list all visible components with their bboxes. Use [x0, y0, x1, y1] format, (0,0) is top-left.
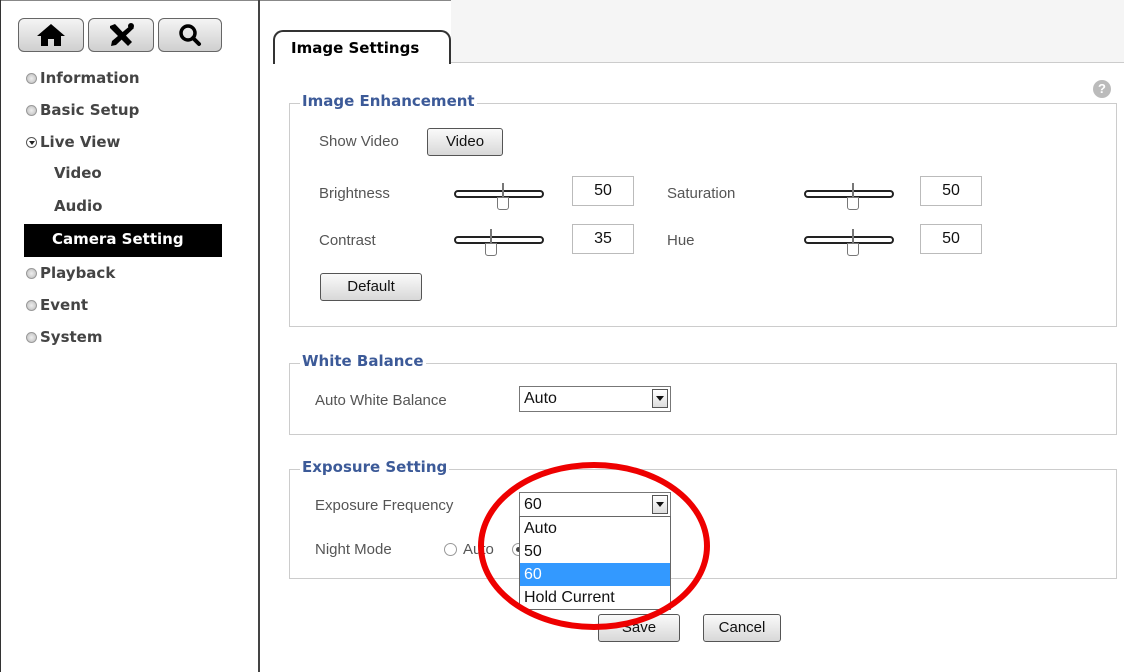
- saturation-slider[interactable]: [804, 181, 894, 211]
- night-mode-auto-radio[interactable]: [444, 543, 457, 556]
- default-button[interactable]: Default: [320, 273, 422, 301]
- sidebar-subitem-video[interactable]: Video: [26, 158, 222, 191]
- exposure-setting-group: Exposure Setting Exposure Frequency 60 N…: [289, 458, 1117, 579]
- hue-slider[interactable]: [804, 227, 894, 257]
- sidebar-item-system[interactable]: System: [26, 321, 222, 353]
- search-button[interactable]: [158, 18, 222, 52]
- brightness-slider[interactable]: [454, 181, 544, 211]
- hue-label: Hue: [667, 232, 695, 249]
- save-button[interactable]: Save: [598, 614, 680, 642]
- sidebar-menu: Information Basic Setup Live View Video …: [24, 62, 222, 353]
- expanded-bullet-icon: [26, 136, 37, 148]
- sidebar-subitem-camera-setting[interactable]: Camera Setting: [24, 224, 222, 257]
- tab-strip: [451, 0, 1124, 63]
- exposure-setting-legend: Exposure Setting: [300, 458, 450, 476]
- sidebar-item-event[interactable]: Event: [26, 289, 222, 321]
- saturation-label: Saturation: [667, 185, 736, 202]
- toolbar: [18, 18, 222, 52]
- white-balance-group: White Balance Auto White Balance Auto: [289, 352, 1117, 435]
- sidebar-item-label: Information: [40, 69, 140, 87]
- brightness-label: Brightness: [319, 185, 390, 202]
- slider-thumb[interactable]: [847, 229, 859, 257]
- sidebar-item-label: System: [40, 328, 103, 346]
- exposure-frequency-select[interactable]: 60: [519, 492, 671, 518]
- bullet-icon: [26, 104, 37, 116]
- option-hold-current[interactable]: Hold Current: [520, 586, 670, 609]
- option-auto[interactable]: Auto: [520, 517, 670, 540]
- sidebar-subitem-audio[interactable]: Audio: [26, 191, 222, 224]
- slider-thumb[interactable]: [485, 229, 497, 257]
- auto-white-balance-label: Auto White Balance: [315, 392, 447, 409]
- bullet-icon: [26, 299, 37, 311]
- tools-icon: [110, 23, 134, 46]
- night-mode-auto-label: Auto: [463, 541, 494, 558]
- home-icon: [37, 24, 65, 46]
- exposure-frequency-options: Auto 50 60 Hold Current: [519, 516, 671, 610]
- search-icon: [179, 24, 201, 46]
- white-balance-legend: White Balance: [300, 352, 426, 370]
- bullet-icon: [26, 267, 37, 279]
- exposure-frequency-label: Exposure Frequency: [315, 497, 454, 514]
- slider-thumb[interactable]: [847, 183, 859, 211]
- show-video-label: Show Video: [319, 133, 399, 150]
- image-enhancement-group: Image Enhancement Show Video Video Brigh…: [289, 92, 1117, 327]
- sidebar-item-playback[interactable]: Playback: [26, 257, 222, 289]
- contrast-label: Contrast: [319, 232, 376, 249]
- sidebar-item-label: Event: [40, 296, 89, 314]
- saturation-value[interactable]: 50: [920, 176, 982, 206]
- select-value: Auto: [524, 390, 557, 407]
- sidebar-item-live-view[interactable]: Live View: [26, 126, 222, 158]
- frame-left-border: [0, 0, 1, 672]
- sidebar-item-label: Playback: [40, 264, 116, 282]
- slider-track: [454, 236, 544, 244]
- cancel-button[interactable]: Cancel: [703, 614, 781, 642]
- hue-value[interactable]: 50: [920, 224, 982, 254]
- chevron-down-icon[interactable]: [652, 495, 668, 514]
- help-icon[interactable]: ?: [1093, 80, 1111, 98]
- contrast-slider[interactable]: [454, 227, 544, 257]
- sidebar-item-label: Basic Setup: [40, 101, 140, 119]
- contrast-value[interactable]: 35: [572, 224, 634, 254]
- sidebar-item-information[interactable]: Information: [26, 62, 222, 94]
- sidebar-divider: [258, 0, 260, 672]
- tools-button[interactable]: [88, 18, 154, 52]
- option-50[interactable]: 50: [520, 540, 670, 563]
- video-button[interactable]: Video: [427, 128, 503, 156]
- night-mode-label: Night Mode: [315, 541, 392, 558]
- select-value: 60: [524, 496, 542, 513]
- bullet-icon: [26, 72, 37, 84]
- sidebar-item-label: Live View: [40, 133, 121, 151]
- auto-white-balance-select[interactable]: Auto: [519, 386, 671, 412]
- sidebar-item-basic-setup[interactable]: Basic Setup: [26, 94, 222, 126]
- brightness-value[interactable]: 50: [572, 176, 634, 206]
- tab-image-settings[interactable]: Image Settings: [273, 30, 451, 64]
- chevron-down-icon[interactable]: [652, 389, 668, 408]
- slider-thumb[interactable]: [497, 183, 509, 211]
- option-60[interactable]: 60: [520, 563, 670, 586]
- image-enhancement-legend: Image Enhancement: [300, 92, 477, 110]
- bullet-icon: [26, 331, 37, 343]
- home-button[interactable]: [18, 18, 84, 52]
